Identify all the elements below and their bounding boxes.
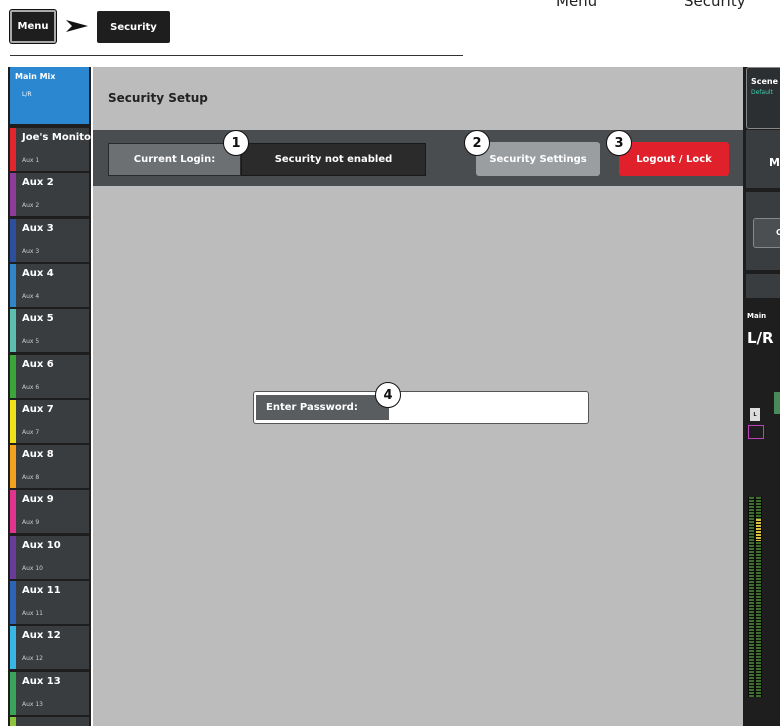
sidebar-item-label: Aux 5 [22,313,54,325]
sidebar-item-label: Aux 12 [22,630,61,642]
security-setup-panel: Security Setup Current Login: Security n… [93,67,743,726]
sidebar-item-label: Aux 8 [22,449,54,461]
sidebar-item-aux[interactable]: Aux 6 Aux 6 [10,354,89,398]
channel-color-bar [10,445,16,489]
sidebar-item-sublabel: Aux 11 [22,610,43,617]
channel-color-bar [10,716,16,726]
current-login-label: Current Login: [108,143,241,176]
main-label: Main [747,312,767,320]
sidebar-item-label: Aux 3 [22,222,54,234]
breadcrumb-divider [10,55,463,56]
channel-color-bar [10,581,16,624]
arrow-right-icon [66,20,88,32]
breadcrumb-security-button[interactable]: Security [97,11,170,43]
sidebar-item-sublabel: Aux 8 [22,474,40,482]
sidebar-item-aux[interactable]: Aux 11 Aux 11 [10,581,89,624]
top-label-menu: Menu [556,0,598,10]
sidebar-item-label: Aux 9 [22,494,54,506]
callout-badge-1: 1 [223,130,249,156]
channel-color-bar [10,128,16,171]
channel-button[interactable]: C [753,218,780,248]
channel-color-bar [10,173,16,217]
sidebar-item-aux[interactable]: Aux 2 Aux 2 [10,173,89,217]
sidebar-item-aux[interactable]: Aux 7 Aux 7 [10,399,89,443]
sidebar-item-label: Main Mix [15,72,56,81]
sidebar-item-sublabel: Aux 10 [22,564,43,572]
sidebar-item-aux[interactable]: Aux 4 Aux 4 [10,263,89,307]
breadcrumb-menu-button[interactable]: Menu [10,10,56,43]
sidebar-item-sublabel: Aux 4 [22,292,40,300]
sidebar-item-label: Aux 4 [22,267,54,279]
sidebar-item-sublabel: Aux 2 [22,202,40,210]
sidebar-item-label: Joe's Monitor [22,132,96,143]
meter-peak-segment [756,519,761,541]
current-login-value: Security not enabled [241,143,426,176]
channel-color-bar [10,490,16,534]
sidebar-item-aux[interactable]: Joe's Monitor Aux 1 [10,128,96,171]
sidebar-item-aux[interactable]: Aux 12 Aux 12 [10,626,89,670]
password-label: Enter Password: [256,395,389,420]
sidebar-item-sublabel: L/R [22,91,32,98]
meter-column-left [749,497,754,697]
sidebar-item-sublabel: Aux 12 [22,655,43,663]
password-field[interactable]: Enter Password: [253,391,589,424]
sidebar-item-label: Aux 13 [22,675,61,687]
sidebar-item-aux[interactable]: Aux 10 Aux 10 [10,535,89,579]
sidebar-item-aux[interactable]: Aux 5 Aux 5 [10,309,89,353]
sidebar-item-sublabel: Aux 9 [22,519,40,527]
channel-color-bar [10,399,16,443]
mute-label[interactable]: M [769,156,780,169]
channel-color-bar [10,218,16,262]
logout-lock-button[interactable]: Logout / Lock [619,142,729,176]
sidebar-item-aux[interactable]: Aux 8 Aux 8 [10,445,89,489]
sidebar-item-aux[interactable]: Aux 3 Aux 3 [10,218,89,262]
channel-color-bar [10,263,16,307]
scene-label: Scene [751,77,779,86]
channel-color-bar [10,309,16,353]
sidebar-item-aux[interactable] [10,716,89,726]
sidebar-item-sublabel: Aux 13 [22,700,43,708]
page-title: Security Setup [108,91,208,105]
fader-handle[interactable] [774,392,780,414]
sidebar-item-label: Aux 10 [22,539,61,551]
channel-color-bar [10,671,16,715]
sidebar-item-sublabel: Aux 1 [22,157,40,164]
right-channel-strip: Scene Default M C Main L/R L [743,67,780,726]
sidebar-item-label: Aux 2 [22,177,54,189]
left-channel-indicator: L [750,408,760,421]
password-input[interactable] [390,395,585,420]
channel-button-label: C [776,228,780,237]
callout-badge-2: 2 [464,130,490,156]
sidebar-item-sublabel: Aux 7 [22,428,40,436]
scene-value: Default [751,89,773,96]
sidebar-item-aux[interactable]: Aux 9 Aux 9 [10,490,89,534]
lr-label: L/R [747,329,774,347]
channel-color-bar [10,535,16,579]
sidebar-item-label: Aux 7 [22,403,54,415]
mix-sidebar: Main Mix L/R Joe's Monitor Aux 1 Aux 2 Aux … [8,67,96,726]
security-toolbar: Current Login: Security not enabled Secu… [93,130,743,186]
level-meter [748,497,762,697]
callout-badge-4: 4 [375,382,401,408]
meter-select-box[interactable] [748,425,764,439]
sidebar-item-main-mix[interactable]: Main Mix L/R [10,67,89,124]
sidebar-item-aux[interactable]: Aux 13 Aux 13 [10,671,89,715]
security-settings-button[interactable]: Security Settings [476,142,600,176]
sidebar-item-label: Aux 6 [22,358,54,370]
channel-color-bar [10,626,16,670]
channel-color-bar [10,354,16,398]
sidebar-item-sublabel: Aux 5 [22,338,40,346]
sidebar-item-sublabel: Aux 6 [22,383,40,391]
callout-badge-3: 3 [606,130,632,156]
page: Menu Security Menu Security Main Mix L/R… [0,0,780,726]
scene-button[interactable]: Scene Default [746,67,780,129]
top-label-security: Security [684,0,746,10]
spacer-band [746,274,780,298]
sidebar-item-label: Aux 11 [22,585,61,596]
sidebar-item-sublabel: Aux 3 [22,247,40,255]
